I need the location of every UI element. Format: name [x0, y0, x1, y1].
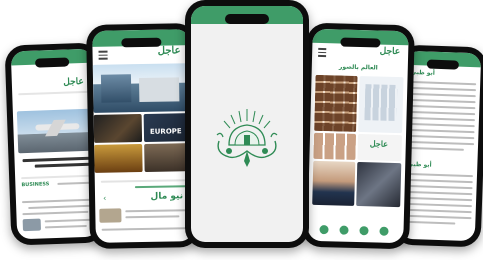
news-clipping: عاجل: [357, 134, 403, 162]
news-photo-3: [94, 144, 143, 173]
splash-screen: [191, 6, 303, 242]
share-icon[interactable]: [379, 226, 389, 236]
man-portrait: [312, 160, 356, 206]
portrait-strip: [313, 132, 357, 160]
mosque-emblem-icon: [207, 101, 287, 175]
calendar-chart: [358, 76, 404, 134]
ticker-label: BUSINESS: [21, 181, 50, 189]
app-logo: عاجل: [157, 45, 181, 57]
section-heading-1: أبو ظبي: [410, 68, 436, 77]
app-logo: عاجل: [379, 46, 401, 58]
share-icon[interactable]: [359, 226, 369, 236]
gallery-heading: العالم بالصور: [338, 63, 378, 72]
phone-mockup-2: عاجل EUROPE نيو مال ‹: [86, 23, 200, 249]
phone-4-screen: عاجل العالم بالصور عاجل: [307, 28, 409, 244]
phone-2-screen: عاجل EUROPE نيو مال ‹: [92, 29, 194, 243]
app-logo: عاجل: [63, 76, 85, 88]
building-photo: [92, 63, 192, 113]
chevron-left-icon[interactable]: ‹: [103, 194, 106, 203]
section-label: نيو مال: [150, 191, 184, 202]
menu-icon[interactable]: [318, 47, 327, 57]
phone-mockup-3: [185, 0, 309, 248]
menu-icon[interactable]: [98, 50, 108, 60]
aerial-photo: [356, 161, 402, 208]
share-icon[interactable]: [339, 225, 349, 235]
news-photo-1: [93, 114, 143, 143]
photo-caption: EUROPE: [149, 127, 182, 136]
phone-mockup-4: عاجل العالم بالصور عاجل: [301, 22, 415, 250]
share-icon[interactable]: [319, 225, 329, 235]
airplane-photo: [16, 108, 93, 154]
portrait-grid: [314, 74, 358, 132]
